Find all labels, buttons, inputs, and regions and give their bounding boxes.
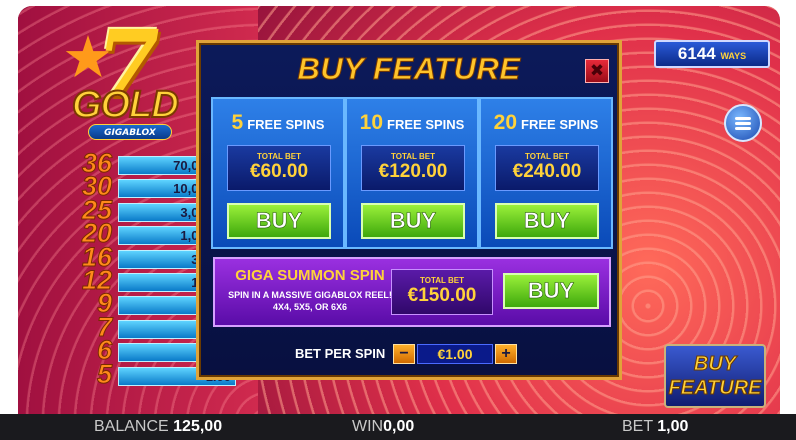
option-label: 10 FREE SPINS <box>359 111 465 134</box>
giga-summon-spin-option: GIGA SUMMON SPIN SPIN IN A MASSIVE GIGAB… <box>213 257 611 327</box>
option-label: 20 FREE SPINS <box>493 111 599 134</box>
decrease-bet-button[interactable]: − <box>393 344 415 364</box>
pay-table-row: 12100.00 <box>52 266 236 294</box>
option-label: 5 FREE SPINS <box>231 111 325 134</box>
total-bet-box: TOTAL BET €120.00 <box>361 145 465 191</box>
pay-table-row: 51.00 <box>52 360 236 388</box>
giga-title: GIGA SUMMON SPIN <box>235 267 385 284</box>
total-bet-amount: €120.00 <box>378 161 448 182</box>
buy-feature-modal: BUY FEATURE ✖ 5 FREE SPINS TOTAL BET €60.… <box>196 40 622 380</box>
total-bet-box: TOTAL BET €150.00 <box>391 269 493 315</box>
pay-table-row: 201,000.00 <box>52 219 236 247</box>
giga-description: SPIN IN A MASSIVE GIGABLOX REEL! 4X4, 5X… <box>228 290 392 312</box>
buy-feature-button[interactable]: BUY FEATURE <box>664 344 766 408</box>
pay-table-row: 715.00 <box>52 313 236 341</box>
bet-per-spin-value: €1.00 <box>417 344 493 364</box>
total-bet-amount: €150.00 <box>407 285 477 306</box>
buy-20-free-spins-button[interactable]: BUY <box>495 203 599 239</box>
status-bar: BALANCE 125,00 WIN0,00 BET 1,00 <box>0 414 796 440</box>
bet-value: 1,00 <box>657 418 689 435</box>
bet-display: BET 1,00 <box>622 418 689 435</box>
game-logo: ★ 7 GOLD GIGABLOX <box>62 10 202 144</box>
bet-per-spin-label: BET PER SPIN <box>295 346 386 361</box>
hamburger-icon <box>735 121 751 125</box>
buy-feature-line1: BUY <box>693 353 737 376</box>
total-bet-amount: €240.00 <box>512 161 582 182</box>
symbol-count: 5 <box>96 358 112 389</box>
ways-badge: 6144 WAYS <box>654 40 770 68</box>
logo-gold: GOLD <box>71 83 180 127</box>
win-display: WIN0,00 <box>352 418 415 435</box>
total-bet-box: TOTAL BET €60.00 <box>227 145 331 191</box>
balance-display: BALANCE 125,00 <box>94 418 223 435</box>
pay-table-row: 3670,000.00 <box>52 149 236 177</box>
option-20-free-spins: 20 FREE SPINS TOTAL BET €240.00 BUY <box>479 97 613 249</box>
buy-feature-line2: FEATURE <box>668 377 762 400</box>
option-5-free-spins: 5 FREE SPINS TOTAL BET €60.00 BUY <box>211 97 345 249</box>
close-button[interactable]: ✖ <box>585 59 609 83</box>
menu-button[interactable] <box>724 104 762 142</box>
bet-per-spin-row: BET PER SPIN − €1.00 + <box>199 341 619 367</box>
win-value: 0,00 <box>383 418 415 435</box>
pay-table-row: 16300.00 <box>52 243 236 271</box>
ways-number: 6144 <box>677 44 716 63</box>
modal-title: BUY FEATURE <box>297 51 521 87</box>
buy-10-free-spins-button[interactable]: BUY <box>361 203 465 239</box>
pay-table: 3670,000.003010,000.00253,000.00201,000.… <box>52 149 236 388</box>
buy-5-free-spins-button[interactable]: BUY <box>227 203 331 239</box>
increase-bet-button[interactable]: + <box>495 344 517 364</box>
logo-subtitle: GIGABLOX <box>88 124 172 140</box>
close-icon: ✖ <box>589 61 605 81</box>
total-bet-amount: €60.00 <box>249 161 309 182</box>
pay-table-row: 3010,000.00 <box>52 172 236 200</box>
pay-table-row: 253,000.00 <box>52 196 236 224</box>
pay-table-row: 65.00 <box>52 336 236 364</box>
option-10-free-spins: 10 FREE SPINS TOTAL BET €120.00 BUY <box>345 97 479 249</box>
buy-giga-spin-button[interactable]: BUY <box>503 273 599 309</box>
pay-table-row: 930.00 <box>52 289 236 317</box>
ways-label: WAYS <box>720 51 747 61</box>
total-bet-box: TOTAL BET €240.00 <box>495 145 599 191</box>
balance-value: 125,00 <box>173 418 223 435</box>
